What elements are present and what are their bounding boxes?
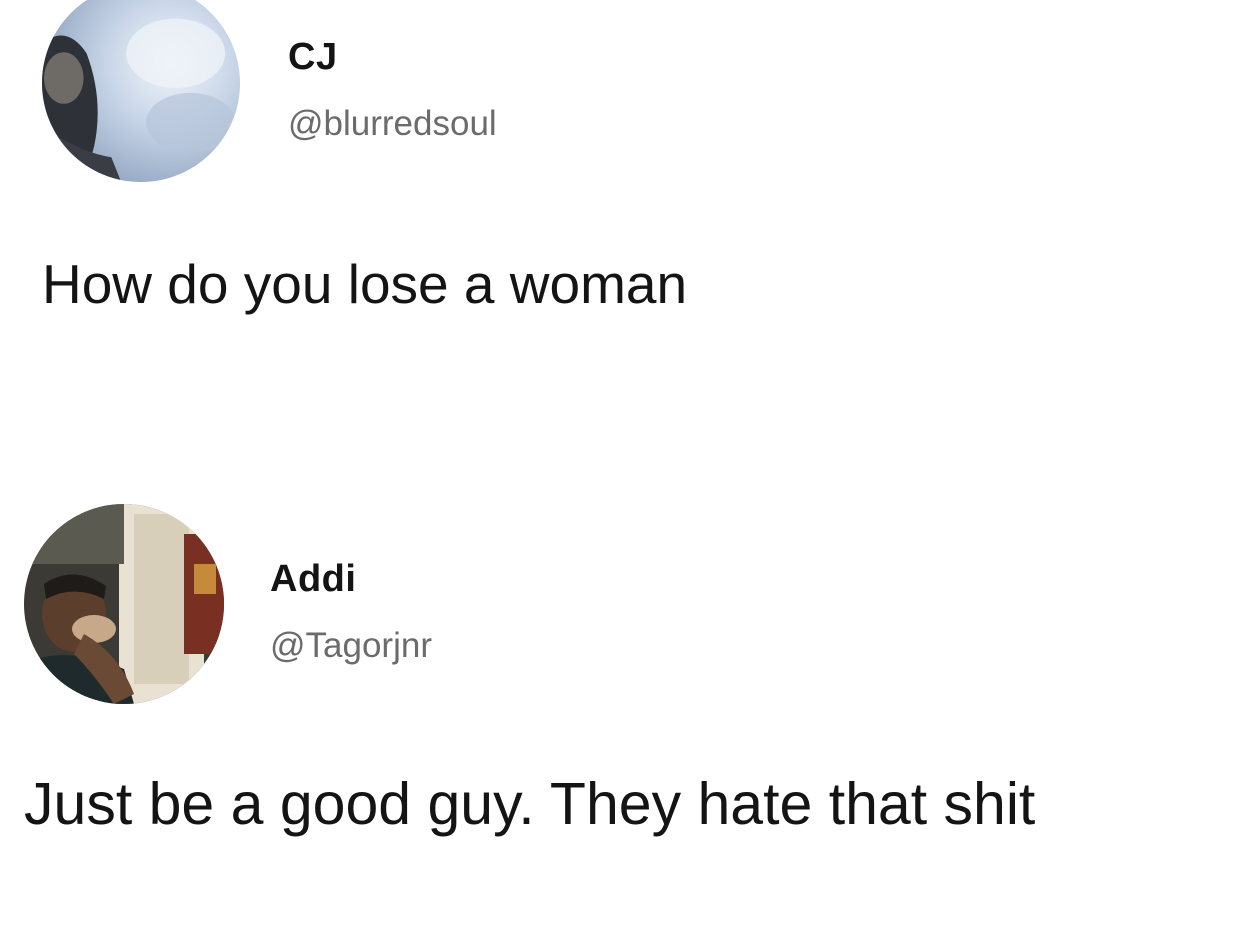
avatar-cj-image bbox=[42, 0, 240, 182]
display-name[interactable]: CJ bbox=[288, 36, 338, 79]
tweet-addi: Addi @Tagorjnr Just be a good guy. They … bbox=[0, 470, 1242, 932]
user-handle[interactable]: @Tagorjnr bbox=[270, 626, 432, 666]
tweet-text: How do you lose a woman bbox=[42, 253, 688, 315]
avatar-addi[interactable] bbox=[24, 504, 224, 704]
tweet-text: Just be a good guy. They hate that shit bbox=[24, 771, 1036, 837]
avatar-addi-image bbox=[24, 504, 224, 704]
avatar-cj[interactable] bbox=[42, 0, 240, 182]
tweet-cj: CJ @blurredsoul How do you lose a woman bbox=[0, 0, 1242, 470]
user-handle[interactable]: @blurredsoul bbox=[288, 104, 497, 144]
display-name[interactable]: Addi bbox=[270, 558, 356, 601]
